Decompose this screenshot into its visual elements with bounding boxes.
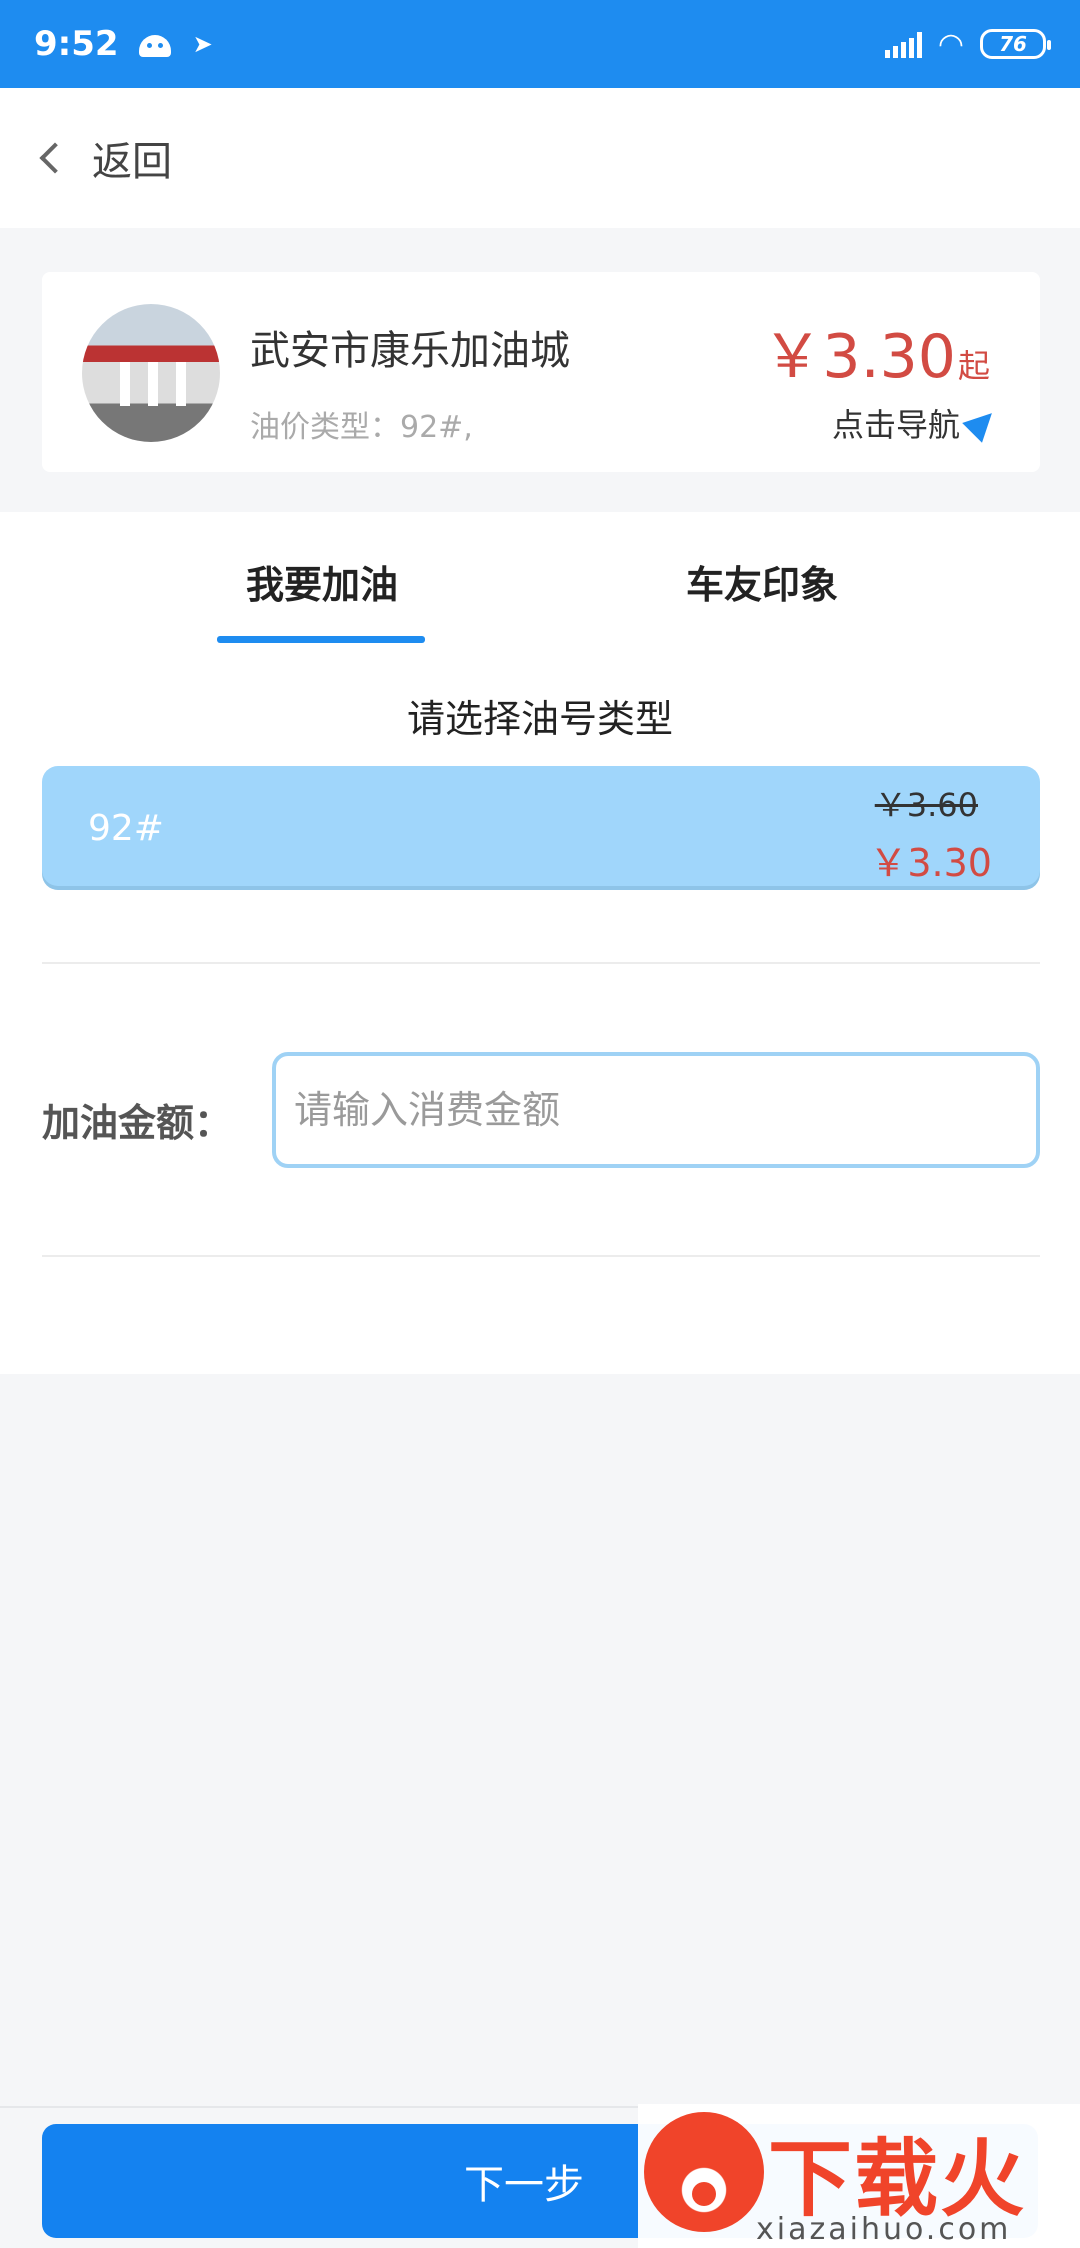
chevron-left-icon[interactable] — [39, 142, 71, 174]
divider — [42, 962, 1040, 964]
amount-label: 加油金额： — [42, 1101, 233, 1145]
android-icon — [138, 31, 171, 57]
signal-icon — [884, 30, 922, 58]
main-panel: 我要加油 车友印象 请选择油号类型 92# ￥3.60 ￥3.30 加油金额： — [0, 512, 1080, 1374]
price-from-amount: ￥3.30 — [762, 322, 956, 392]
flame-logo-icon — [644, 2112, 764, 2232]
header: 返回 — [0, 88, 1080, 228]
status-time: 9:52 — [34, 24, 119, 64]
navigation-arrow-icon — [962, 403, 1002, 443]
battery-icon: 76 — [980, 29, 1051, 59]
watermark-domain: xiazaihuo.com — [756, 2212, 1012, 2247]
divider — [42, 1255, 1040, 1257]
watermark: 下载火 xiazaihuo.com — [638, 2104, 1080, 2248]
navigate-button[interactable]: 点击导航 — [831, 400, 1002, 446]
amount-input[interactable] — [272, 1052, 1040, 1168]
back-button[interactable]: 返回 — [92, 129, 172, 187]
station-card: 武安市康乐加油城 油价类型：92#, ￥3.30 起 点击导航 — [42, 272, 1040, 472]
active-tab-indicator — [217, 636, 425, 643]
tab-bar: 我要加油 车友印象 — [0, 512, 1080, 643]
wifi-icon: ◠ — [937, 26, 964, 62]
fuel-types-text: 油价类型：92#, — [250, 410, 473, 445]
price-from: ￥3.30 起 — [762, 308, 990, 395]
bird-icon: ➤ — [192, 30, 213, 58]
battery-level: 76 — [999, 32, 1027, 56]
fuel-discount-price: ￥3.30 — [869, 841, 992, 885]
status-indicators: ◠ 76 — [884, 26, 1051, 62]
price-from-suffix: 起 — [957, 347, 990, 385]
tab-reviews[interactable]: 车友印象 — [686, 554, 838, 609]
status-bar: 9:52 ➤ ◠ 76 — [0, 0, 1080, 88]
tab-refuel[interactable]: 我要加油 — [246, 554, 398, 609]
station-name: 武安市康乐加油城 — [250, 328, 570, 374]
fuel-original-price: ￥3.60 — [874, 786, 978, 824]
navigate-label: 点击导航 — [831, 406, 960, 444]
fuel-grade: 92# — [88, 808, 164, 849]
fuel-section-title: 请选择油号类型 — [406, 697, 673, 741]
fuel-option-92[interactable]: 92# ￥3.60 ￥3.30 — [42, 766, 1040, 886]
station-photo — [82, 304, 220, 442]
